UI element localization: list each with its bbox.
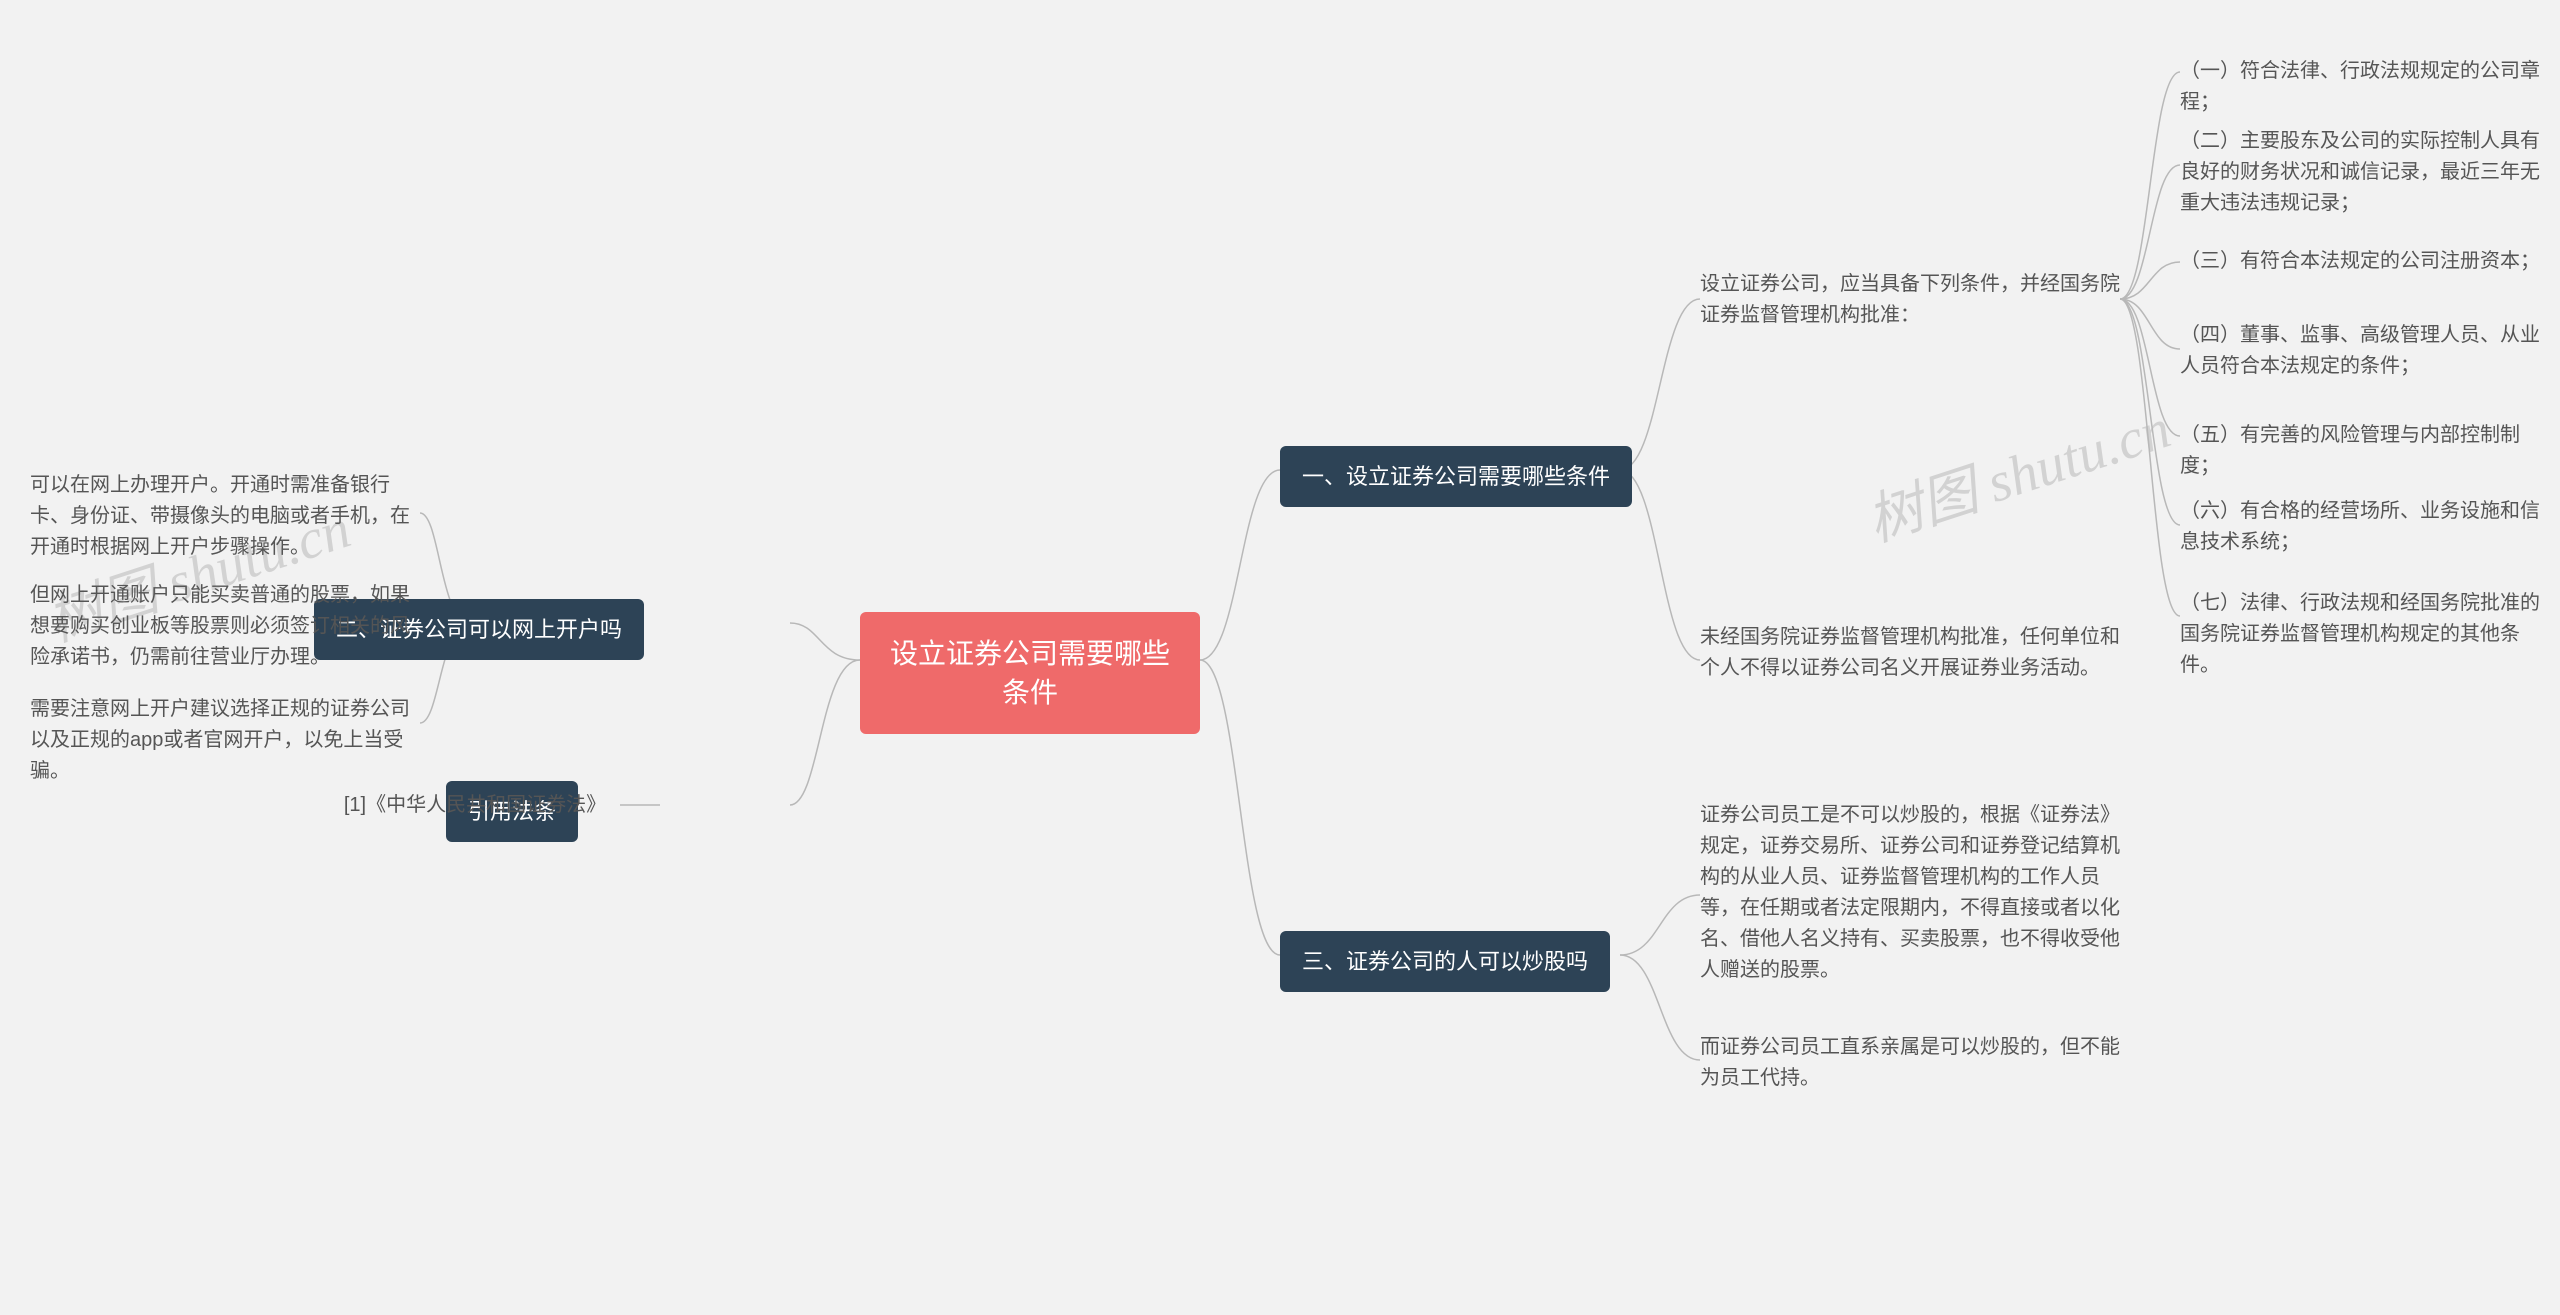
s3-text: （三）有符合本法规定的公司注册资本；	[2180, 246, 2540, 277]
root-title: 设立证券公司需要哪些条件	[880, 634, 1180, 712]
b2-c2-text: 但网上开通账户只能买卖普通的股票，如果想要购买创业板等股票则必须签订相关的风险承…	[30, 580, 420, 673]
b1-c1-s5: （五）有完善的风险管理与内部控制制度；	[2180, 420, 2540, 482]
b1-c1-s7: （七）法律、行政法规和经国务院批准的国务院证券监督管理机构规定的其他条件。	[2180, 588, 2540, 681]
s6-text: （六）有合格的经营场所、业务设施和信息技术系统；	[2180, 496, 2540, 558]
branch-3[interactable]: 三、证券公司的人可以炒股吗	[1280, 931, 1610, 992]
mindmap-canvas: 树图 shutu.cn 树图 shutu.cn	[0, 0, 2560, 1315]
b1-c1-s3: （三）有符合本法规定的公司注册资本；	[2180, 246, 2540, 277]
b1-c2: 未经国务院证券监督管理机构批准，任何单位和个人不得以证券公司名义开展证券业务活动…	[1700, 622, 2120, 684]
b3-c2: 而证券公司员工直系亲属是可以炒股的，但不能为员工代持。	[1700, 1032, 2120, 1094]
root-node[interactable]: 设立证券公司需要哪些条件	[860, 612, 1200, 734]
b1-c1: 设立证券公司，应当具备下列条件，并经国务院证券监督管理机构批准：	[1700, 269, 2120, 331]
b2-c3-text: 需要注意网上开户建议选择正规的证券公司以及正规的app或者官网开户，以免上当受骗…	[30, 694, 420, 787]
b3-c1: 证券公司员工是不可以炒股的，根据《证券法》规定，证券交易所、证券公司和证券登记结…	[1700, 800, 2120, 986]
branch-1[interactable]: 一、设立证券公司需要哪些条件	[1280, 446, 1632, 507]
b1-c2-text: 未经国务院证券监督管理机构批准，任何单位和个人不得以证券公司名义开展证券业务活动…	[1700, 622, 2120, 684]
s4-text: （四）董事、监事、高级管理人员、从业人员符合本法规定的条件；	[2180, 320, 2540, 382]
b2-c1-text: 可以在网上办理开户。开通时需准备银行卡、身份证、带摄像头的电脑或者手机，在开通时…	[30, 470, 420, 563]
branch-1-label: 一、设立证券公司需要哪些条件	[1302, 460, 1610, 493]
b2-c2: 但网上开通账户只能买卖普通的股票，如果想要购买创业板等股票则必须签订相关的风险承…	[30, 580, 420, 673]
s7-text: （七）法律、行政法规和经国务院批准的国务院证券监督管理机构规定的其他条件。	[2180, 588, 2540, 681]
s1-text: （一）符合法律、行政法规规定的公司章程；	[2180, 56, 2540, 118]
b1-c1-s4: （四）董事、监事、高级管理人员、从业人员符合本法规定的条件；	[2180, 320, 2540, 382]
b1-c1-s1: （一）符合法律、行政法规规定的公司章程；	[2180, 56, 2540, 118]
b2-c3: 需要注意网上开户建议选择正规的证券公司以及正规的app或者官网开户，以免上当受骗…	[30, 694, 420, 787]
b1-c1-text: 设立证券公司，应当具备下列条件，并经国务院证券监督管理机构批准：	[1700, 269, 2120, 331]
b1-c1-s2: （二）主要股东及公司的实际控制人具有良好的财务状况和诚信记录，最近三年无重大违法…	[2180, 126, 2540, 219]
s5-text: （五）有完善的风险管理与内部控制制度；	[2180, 420, 2540, 482]
b4-c1-text: [1]《中华人民共和国证券法》	[344, 790, 606, 821]
b1-c1-s6: （六）有合格的经营场所、业务设施和信息技术系统；	[2180, 496, 2540, 558]
b4-c1: [1]《中华人民共和国证券法》	[330, 790, 620, 821]
b2-c1: 可以在网上办理开户。开通时需准备银行卡、身份证、带摄像头的电脑或者手机，在开通时…	[30, 470, 420, 563]
b3-c2-text: 而证券公司员工直系亲属是可以炒股的，但不能为员工代持。	[1700, 1032, 2120, 1094]
b3-c1-text: 证券公司员工是不可以炒股的，根据《证券法》规定，证券交易所、证券公司和证券登记结…	[1700, 800, 2120, 986]
s2-text: （二）主要股东及公司的实际控制人具有良好的财务状况和诚信记录，最近三年无重大违法…	[2180, 126, 2540, 219]
branch-3-label: 三、证券公司的人可以炒股吗	[1302, 945, 1588, 978]
